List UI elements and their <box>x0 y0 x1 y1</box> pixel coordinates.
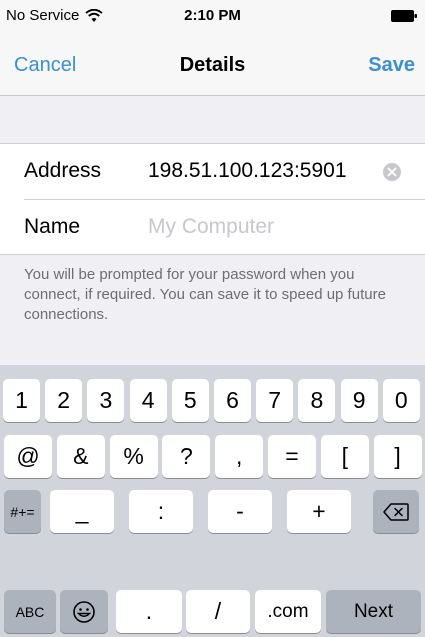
key-6[interactable]: 7 <box>256 379 294 422</box>
key-symbol-7[interactable]: ] <box>373 435 422 478</box>
name-label: Name <box>24 215 81 238</box>
key-slash[interactable]: / <box>186 590 250 633</box>
key-4[interactable]: 5 <box>171 379 209 422</box>
backspace-key[interactable] <box>373 490 419 533</box>
details-form: Address 198.51.100.123:5901 Name <box>0 143 425 255</box>
backspace-icon <box>383 502 409 521</box>
key-1[interactable]: 2 <box>45 379 83 422</box>
clear-icon[interactable] <box>383 163 401 181</box>
key-dotcom[interactable]: .com <box>255 590 321 633</box>
key-symbol-6[interactable]: [ <box>320 435 369 478</box>
key-0[interactable]: 1 <box>3 379 40 422</box>
key-punct-0[interactable]: _ <box>50 490 114 533</box>
page-title: Details <box>179 54 246 76</box>
footer-note: You will be prompted for your password w… <box>24 266 386 323</box>
symbols-key[interactable]: #+= <box>4 490 41 533</box>
address-row: Address 198.51.100.123:5901 <box>0 144 425 200</box>
key-5[interactable]: 6 <box>214 379 251 422</box>
key-3[interactable]: 4 <box>129 379 167 422</box>
abc-key[interactable]: ABC <box>4 590 56 633</box>
key-2[interactable]: 3 <box>87 379 125 422</box>
name-field[interactable] <box>148 212 378 242</box>
key-symbol-1[interactable]: & <box>56 435 105 478</box>
key-symbol-4[interactable]: , <box>215 435 264 478</box>
key-dot[interactable]: . <box>116 590 182 633</box>
address-label: Address <box>24 159 102 182</box>
status-bar: No Service 2:10 PM <box>0 0 425 34</box>
keyboard: #+= ABC . / .com Next 1 2 3 4 5 6 7 8 9 0 @ &%?, =[]… <box>0 365 425 637</box>
next-key[interactable]: Next <box>326 590 421 633</box>
key-symbol-0[interactable]: @ <box>4 435 52 478</box>
navigation-bar: Cancel Details Save <box>0 34 425 96</box>
status-time: 2:10 PM <box>184 7 241 24</box>
key-symbol-3[interactable]: ? <box>162 435 211 478</box>
key-punct-1[interactable]: : <box>129 490 193 533</box>
key-punct-3[interactable]: + <box>287 490 351 533</box>
emoji-icon <box>73 600 95 623</box>
key-punct-2[interactable]: - <box>208 490 272 533</box>
battery-icon <box>391 10 417 22</box>
key-7[interactable]: 8 <box>298 379 336 422</box>
name-row: Name <box>0 200 425 256</box>
address-field[interactable]: 198.51.100.123:5901 <box>148 159 347 183</box>
emoji-key[interactable] <box>60 590 108 633</box>
key-symbol-2[interactable]: % <box>109 435 158 478</box>
key-8[interactable]: 9 <box>340 379 378 422</box>
key-9[interactable]: 0 <box>382 379 420 422</box>
key-symbol-5[interactable]: = <box>268 435 316 478</box>
save-button[interactable]: Save <box>368 54 415 77</box>
